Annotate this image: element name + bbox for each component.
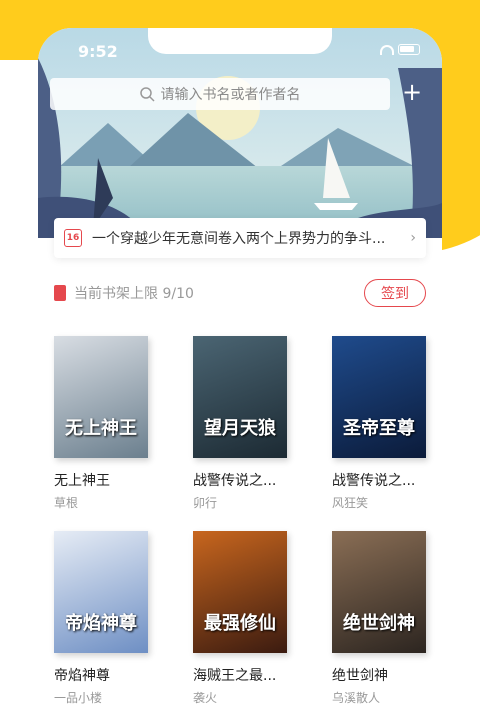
book-cover[interactable]: 帝焰神尊 — [54, 531, 148, 653]
book-title[interactable]: 战警传说之... — [193, 470, 287, 490]
cover-title: 最强修仙 — [204, 613, 276, 634]
calendar-day: 16 — [66, 233, 80, 243]
bookshelf-grid: 无上神王 无上神王 草根 望月天狼 战警传说之... 卯行 圣帝至尊 战警传说之… — [54, 336, 426, 706]
book-cover[interactable]: 绝世剑神 — [332, 531, 426, 653]
book-item[interactable]: 绝世剑神 绝世剑神 乌溪散人 — [332, 531, 426, 706]
book-cover[interactable]: 最强修仙 — [193, 531, 287, 653]
signin-button[interactable]: 签到 — [364, 279, 426, 307]
book-title[interactable]: 海贼王之最... — [193, 665, 287, 685]
book-cover[interactable]: 无上神王 — [54, 336, 148, 458]
add-icon[interactable]: + — [400, 80, 424, 104]
app-screen: 9:52 请输入书名或者作者名 + 16 一个穿越少年无意间卷入两个上界势力的争… — [38, 28, 442, 710]
book-cover[interactable]: 圣帝至尊 — [332, 336, 426, 458]
search-input[interactable]: 请输入书名或者作者名 — [50, 78, 390, 110]
book-author: 风狂笑 — [332, 496, 369, 510]
cover-title: 圣帝至尊 — [343, 418, 415, 439]
wifi-icon — [380, 44, 394, 55]
book-cover[interactable]: 望月天狼 — [193, 336, 287, 458]
book-item[interactable]: 圣帝至尊 战警传说之... 风狂笑 — [332, 336, 426, 511]
notice-bar[interactable]: 16 一个穿越少年无意间卷入两个上界势力的争斗... › — [54, 218, 426, 258]
search-placeholder: 请输入书名或者作者名 — [160, 87, 301, 103]
book-author: 一品小楼 — [54, 691, 103, 705]
book-title[interactable]: 战警传说之... — [332, 470, 426, 490]
book-title[interactable]: 帝焰神尊 — [54, 665, 148, 685]
book-item[interactable]: 无上神王 无上神王 草根 — [54, 336, 148, 511]
book-author: 卯行 — [193, 496, 218, 510]
bookmark-icon — [54, 285, 66, 301]
book-item[interactable]: 帝焰神尊 帝焰神尊 一品小楼 — [54, 531, 148, 706]
book-item[interactable]: 望月天狼 战警传说之... 卯行 — [193, 336, 287, 511]
notice-text: 一个穿越少年无意间卷入两个上界势力的争斗... — [92, 231, 386, 247]
cover-title: 望月天狼 — [204, 418, 276, 439]
shelf-limit: 当前书架上限 9/10 — [54, 283, 194, 303]
book-author: 乌溪散人 — [332, 691, 381, 705]
header-banner: 9:52 请输入书名或者作者名 + — [38, 28, 442, 238]
cover-title: 帝焰神尊 — [65, 613, 137, 634]
book-author: 袭火 — [193, 691, 218, 705]
battery-icon — [398, 44, 420, 55]
cover-title: 无上神王 — [65, 418, 137, 439]
cover-title: 绝世剑神 — [343, 613, 415, 634]
book-item[interactable]: 最强修仙 海贼王之最... 袭火 — [193, 531, 287, 706]
device-notch — [148, 28, 332, 54]
search-icon — [139, 86, 155, 102]
book-title[interactable]: 无上神王 — [54, 470, 148, 490]
status-icons — [380, 44, 420, 55]
chevron-right-icon: › — [410, 230, 416, 246]
book-author: 草根 — [54, 496, 79, 510]
shelf-header: 当前书架上限 9/10 签到 — [54, 278, 426, 308]
status-time: 9:52 — [78, 42, 118, 61]
calendar-icon: 16 — [64, 229, 82, 247]
shelf-limit-text: 当前书架上限 9/10 — [74, 286, 194, 302]
book-title[interactable]: 绝世剑神 — [332, 665, 426, 685]
